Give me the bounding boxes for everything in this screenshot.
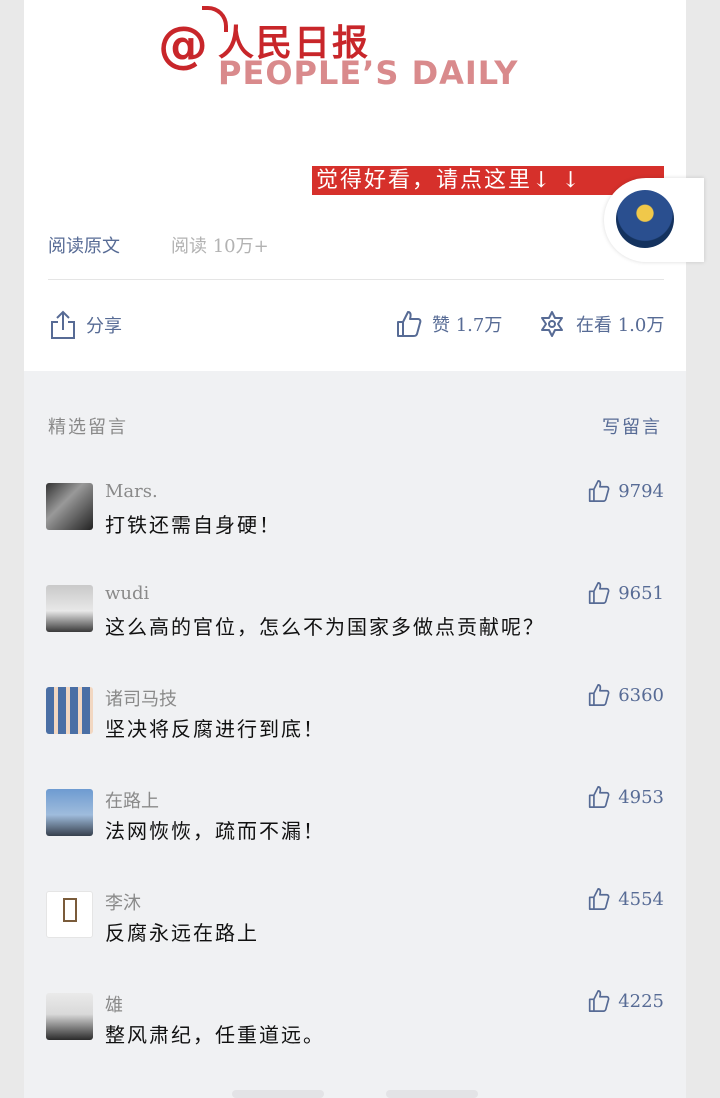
like-count: 赞 1.7万 [432,315,503,336]
divider [48,279,664,280]
avatar [616,190,674,248]
comment-text: 坚决将反腐进行到底！ [105,717,325,741]
thumb-up-icon [589,582,610,604]
watching-count: 在看 1.0万 [576,315,665,336]
comment-text: 反腐永远在路上 [105,921,259,945]
commenter-name: wudi [105,583,150,604]
logo-mark-icon [63,898,77,922]
share-button[interactable]: 分享 [50,310,122,340]
bottom-bar-hint [232,1090,324,1098]
comment-text: 打铁还需自身硬！ [105,513,281,537]
comment-like-button[interactable]: 9794 [588,479,664,503]
commenter-name: 雄 [105,995,123,1016]
comment-like-count: 9651 [618,582,664,604]
comment-like-button[interactable]: 4225 [588,989,664,1013]
thumb-up-icon [589,479,610,502]
thumb-up-icon [397,311,422,337]
comment-like-button[interactable]: 4953 [588,785,664,809]
thumb-up-icon [589,990,610,1012]
comment-like-count: 4953 [618,786,664,808]
avatar[interactable] [46,993,93,1040]
comment-item: 李沐 反腐永远在路上 4554 [46,888,666,971]
right-margin [686,0,720,1098]
comment-like-count: 4554 [618,888,664,910]
comment-like-button[interactable]: 4554 [588,887,664,911]
comment-item: 诸司马技 坚决将反腐进行到底！ 6360 [46,684,666,767]
logo-at-symbol: @ [158,16,208,74]
comment-like-count: 6360 [618,684,664,706]
comment-text: 整风肃纪，任重道远。 [105,1023,325,1047]
commenter-name: 诸司马技 [105,689,177,710]
logo-english-name: PEOPLE’S DAILY [218,54,519,92]
comment-like-count: 9794 [618,480,664,502]
comment-item: 雄 整风肃纪，任重道远。 4225 [46,990,666,1073]
left-margin [0,0,24,1098]
comment-item: Mars. 打铁还需自身硬！ 9794 [46,479,666,563]
comment-item: wudi 这么高的官位，怎么不为国家多做点贡献呢？ 9651 [46,582,666,665]
comment-like-button[interactable]: 6360 [588,683,664,707]
watching-button[interactable]: 在看 1.0万 [538,310,664,338]
comment-text: 这么高的官位，怎么不为国家多做点贡献呢？ [105,615,545,639]
bottom-bar-hint [386,1090,478,1098]
commenter-name: 李沐 [105,893,141,914]
featured-comments-title: 精选留言 [48,417,128,438]
avatar[interactable] [46,585,93,632]
avatar[interactable] [46,789,93,836]
read-original-link[interactable]: 阅读原文 [48,232,120,258]
account-badge[interactable] [604,178,704,262]
comment-like-button[interactable]: 9651 [588,581,664,605]
write-comment-link[interactable]: 写留言 [602,413,662,439]
read-count: 阅读 10万+ [171,236,269,257]
commenter-name: Mars. [105,481,158,502]
thumb-up-icon [589,888,610,910]
share-icon [51,310,75,339]
avatar[interactable] [46,687,93,734]
star-icon [541,311,563,337]
thumb-up-icon [589,786,610,808]
comment-text: 法网恢恢，疏而不漏！ [105,819,325,843]
comment-like-count: 4225 [618,990,664,1012]
share-label: 分享 [86,316,122,337]
like-button[interactable]: 赞 1.7万 [396,310,502,338]
commenter-name: 在路上 [105,791,159,812]
avatar[interactable] [46,483,93,530]
thumb-up-icon [589,684,610,706]
peoples-daily-logo: @ 人民日报 PEOPLE’S DAILY [158,6,578,92]
comment-item: 在路上 法网恢恢，疏而不漏！ 4953 [46,786,666,869]
avatar[interactable] [46,891,93,938]
click-here-banner: 觉得好看，请点这里↓ ↓ [312,166,664,195]
